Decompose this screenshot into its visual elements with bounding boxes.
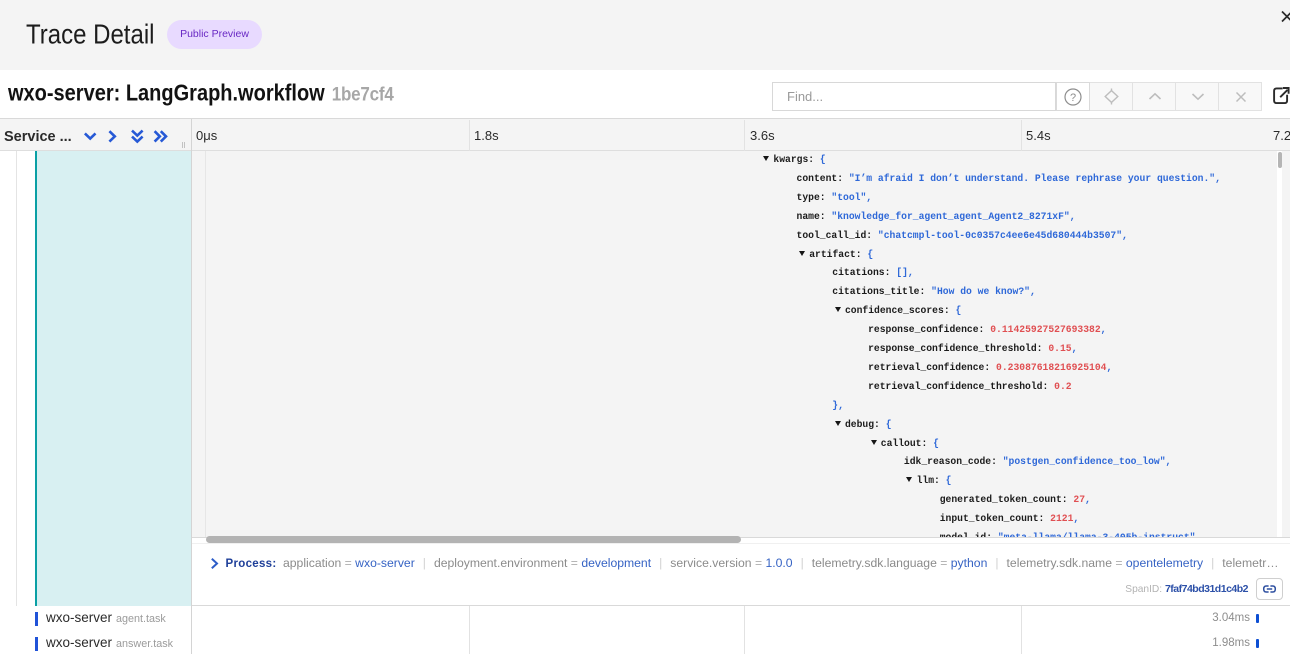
svg-text:?: ? [1070,91,1076,103]
